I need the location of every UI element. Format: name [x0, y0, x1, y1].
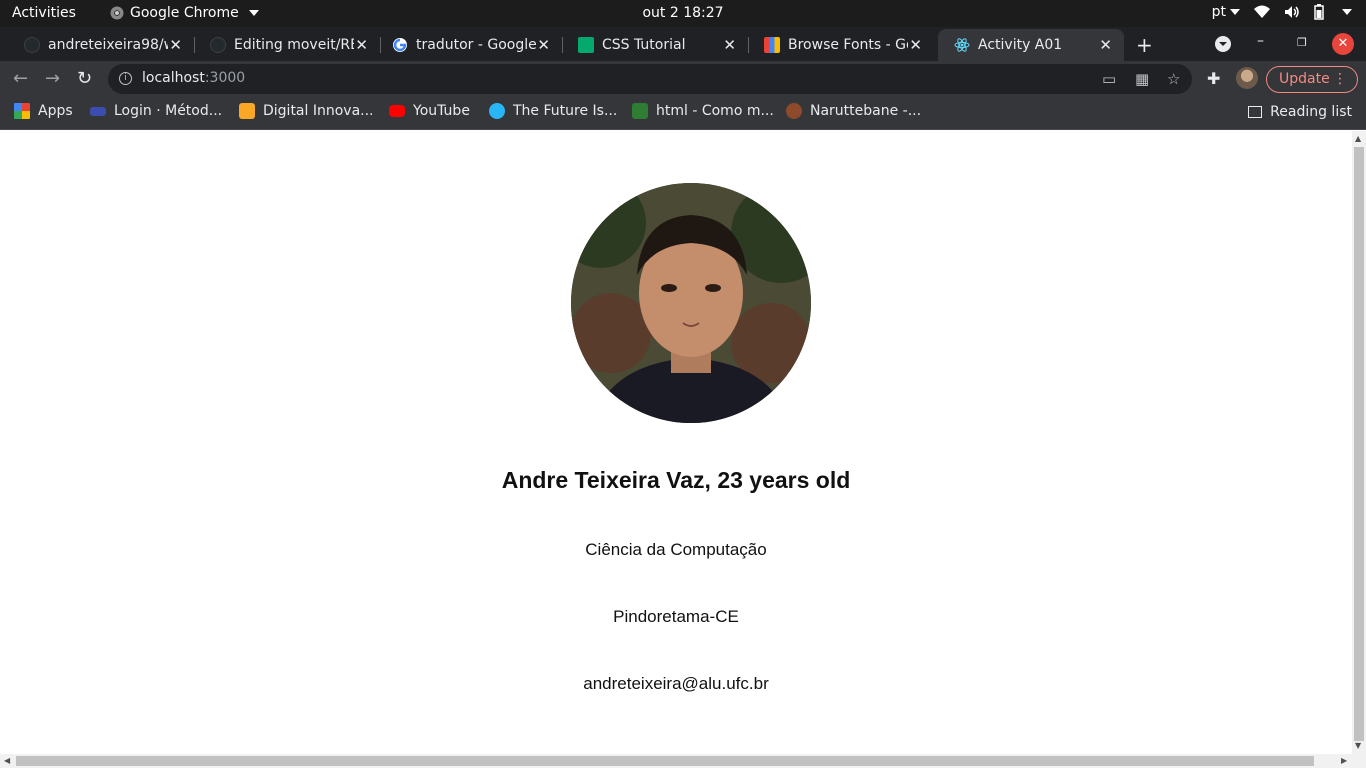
dio-icon	[239, 103, 255, 119]
profile-email: andreteixeira@alu.ufc.br	[583, 674, 769, 693]
bookmark-the-future[interactable]: The Future Is...	[489, 103, 617, 119]
window-close-button[interactable]: ✕	[1332, 33, 1354, 55]
stackoverflow-icon	[632, 103, 648, 119]
close-icon[interactable]: ✕	[355, 36, 368, 54]
scroll-right-icon[interactable]: ▶	[1341, 756, 1347, 765]
tab-github-repo[interactable]: andreteixeira98/w ✕	[8, 29, 195, 61]
system-top-bar: Activities Google Chrome out 2 18:27 pt	[0, 0, 1366, 27]
profile-avatar[interactable]	[1236, 67, 1258, 89]
profile-course: Ciência da Computação	[585, 540, 767, 559]
back-arrow-icon[interactable]: ←	[13, 68, 28, 89]
profile-name: Andre Teixeira Vaz, 23 years old	[501, 467, 851, 493]
qr-code-icon[interactable]: ▦	[1135, 70, 1149, 88]
vertical-scroll-thumb[interactable]	[1354, 147, 1364, 741]
maximize-button[interactable]: ❐	[1297, 36, 1307, 49]
bookmarks-bar: Apps Login · Métod... Digital Innova... …	[0, 96, 1366, 130]
tab-activity-a01[interactable]: Activity A01 ✕	[938, 29, 1124, 61]
reading-list-button[interactable]: Reading list	[1248, 104, 1352, 120]
tab-title: Editing moveit/RE	[234, 37, 354, 53]
apps-grid-icon	[14, 103, 30, 119]
chevron-down-icon	[1230, 9, 1240, 15]
new-tab-button[interactable]: +	[1136, 33, 1153, 57]
tab-strip: andreteixeira98/w ✕ Editing moveit/RE ✕ …	[0, 27, 1366, 61]
login-site-icon	[90, 106, 106, 116]
browser-toolbar: ← → ↻ i localhost:3000 ▭ ▦ ☆	[0, 61, 1366, 96]
system-tray[interactable]: pt	[1212, 4, 1352, 20]
close-icon[interactable]: ✕	[909, 36, 922, 54]
bookmark-login[interactable]: Login · Métod...	[90, 103, 222, 119]
reload-icon[interactable]: ↻	[77, 68, 92, 89]
profile-photo	[571, 183, 811, 423]
url-text[interactable]: localhost:3000	[142, 70, 245, 86]
tab-tradutor[interactable]: tradutor - Google ✕	[376, 29, 563, 61]
horizontal-scroll-thumb[interactable]	[16, 756, 1314, 766]
bookmark-digital-innovation[interactable]: Digital Innova...	[239, 103, 374, 119]
naruto-site-icon	[786, 103, 802, 119]
github-icon	[210, 37, 226, 53]
bookmark-naruttebane[interactable]: Naruttebane -...	[786, 103, 921, 119]
react-icon	[954, 38, 970, 52]
profile-location: Pindoretama-CE	[613, 607, 739, 626]
vertical-scrollbar[interactable]: ▲ ▼	[1352, 131, 1366, 754]
tab-title: Browse Fonts - Go	[788, 37, 908, 53]
github-icon	[24, 37, 40, 53]
tab-title: tradutor - Google	[416, 37, 536, 53]
scroll-up-icon[interactable]: ▲	[1355, 134, 1361, 143]
close-icon[interactable]: ✕	[723, 36, 736, 54]
extensions-icon[interactable]: ✚	[1207, 69, 1220, 88]
tab-title: CSS Tutorial	[602, 37, 686, 53]
youtube-icon	[389, 105, 405, 117]
profile-photo-image	[571, 183, 811, 423]
bookmark-apps[interactable]: Apps	[14, 103, 73, 119]
language-indicator[interactable]: pt	[1212, 4, 1240, 20]
more-options-icon[interactable]: ⋮	[1333, 67, 1347, 92]
close-icon[interactable]: ✕	[1099, 36, 1112, 54]
battery-icon	[1314, 4, 1324, 20]
tab-title: andreteixeira98/w	[48, 37, 168, 53]
horizontal-scrollbar[interactable]: ◀ ▶	[0, 754, 1366, 768]
globe-icon	[489, 103, 505, 119]
tab-editing-moveit[interactable]: Editing moveit/RE ✕	[194, 29, 381, 61]
address-bar[interactable]: i localhost:3000 ▭ ▦ ☆	[108, 64, 1192, 94]
tab-search-icon[interactable]	[1215, 36, 1231, 52]
bookmark-star-icon[interactable]: ☆	[1167, 70, 1180, 88]
page-content: Andre Teixeira Vaz, 23 years old Ciência…	[0, 131, 1352, 754]
google-icon	[393, 38, 407, 52]
forward-arrow-icon[interactable]: →	[45, 68, 60, 89]
bookmark-youtube[interactable]: YouTube	[389, 103, 470, 119]
minimize-button[interactable]: –	[1257, 33, 1264, 49]
update-button[interactable]: Update ⋮	[1266, 66, 1358, 93]
google-fonts-icon	[764, 37, 780, 53]
reading-list-icon	[1248, 106, 1263, 118]
scroll-down-icon[interactable]: ▼	[1355, 741, 1361, 750]
bookmark-html-question[interactable]: html - Como m...	[632, 103, 774, 119]
volume-icon	[1285, 6, 1299, 18]
tab-css-tutorial[interactable]: CSS Tutorial ✕	[562, 29, 749, 61]
site-info-icon[interactable]: i	[119, 72, 132, 85]
cast-icon[interactable]: ▭	[1102, 70, 1116, 88]
power-menu-chevron-icon	[1342, 9, 1352, 15]
close-icon[interactable]: ✕	[169, 36, 182, 54]
w3schools-icon	[578, 37, 594, 53]
close-icon[interactable]: ✕	[537, 36, 550, 54]
tab-browse-fonts[interactable]: Browse Fonts - Go ✕	[748, 29, 934, 61]
tab-title: Activity A01	[978, 37, 1063, 53]
clock[interactable]: out 2 18:27	[642, 5, 723, 21]
scroll-left-icon[interactable]: ◀	[4, 756, 10, 765]
wifi-icon	[1254, 5, 1270, 18]
